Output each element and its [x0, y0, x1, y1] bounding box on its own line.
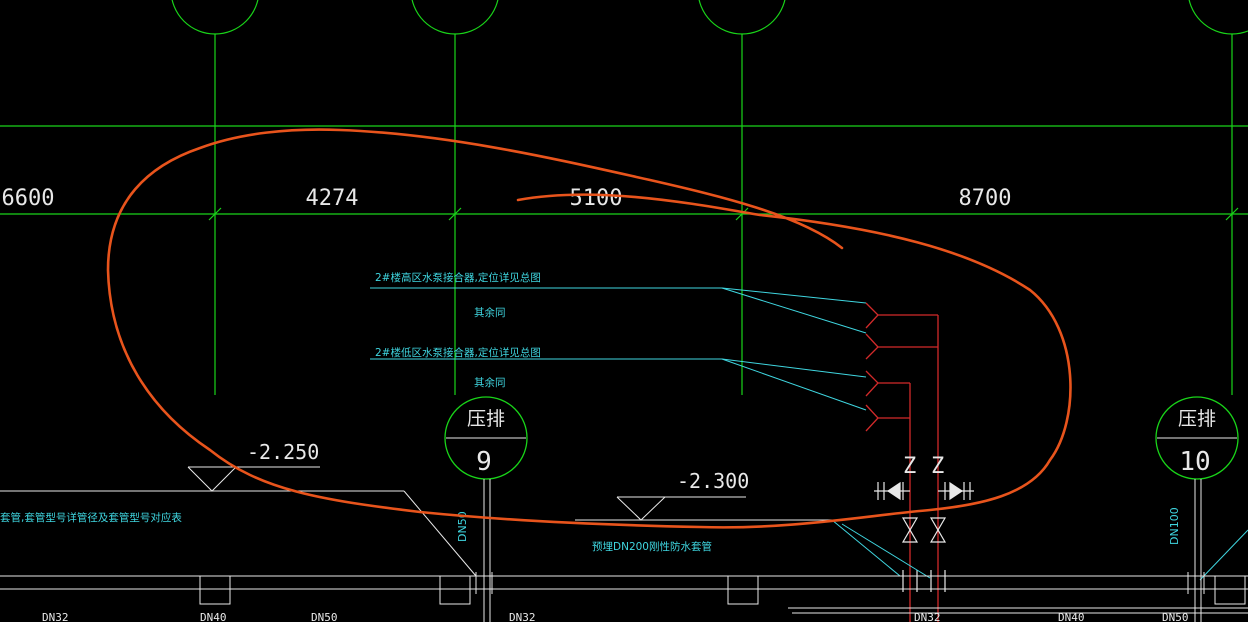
elevation-marker-right: [616, 496, 746, 521]
pipe-size-label: DN32: [509, 611, 536, 622]
axis-bubble: [171, 0, 259, 35]
drain-number: 10: [1179, 447, 1210, 477]
pipe-size-label: DN100: [1168, 507, 1181, 545]
pipe-size-label: DN50: [1162, 611, 1189, 622]
axis-bubble: [411, 0, 499, 35]
drawing-svg: 6600 4274 5100 8700 2#楼高区水泵接合器,定位详见总图 其余…: [0, 0, 1248, 622]
axis-bubble: [1188, 0, 1248, 35]
valve-tag: Z: [903, 454, 916, 479]
pipe-network: [865, 302, 939, 622]
pipe-size-label: DN32: [42, 611, 69, 622]
axis-bubble: [698, 0, 786, 35]
pipe-size-label: DN40: [200, 611, 227, 622]
drain-label: 压排: [1178, 408, 1216, 430]
annotation-sleeve-table: 套管,套管型号详管径及套管型号对应表: [0, 511, 182, 524]
drain-bubble-10: 压排 10: [1155, 396, 1239, 480]
pipe-size-label: DN32: [914, 611, 941, 622]
elevation-marker-left: [187, 466, 320, 492]
pump-adapter-icon: [865, 302, 879, 329]
sleeve-leaders: [0, 490, 832, 577]
annotation-high-zone: 2#楼高区水泵接合器,定位详见总图: [375, 271, 541, 284]
annotation-low-zone: 2#楼低区水泵接合器,定位详见总图: [375, 346, 541, 359]
check-valve-icon: [874, 481, 910, 501]
dimension-text: 4274: [306, 186, 359, 211]
check-valve-icon: [938, 481, 974, 501]
drain-number: 9: [476, 447, 492, 477]
drain-label: 压排: [467, 408, 505, 430]
elevation-text: -2.300: [677, 469, 749, 493]
pipe-size-label: DN50: [311, 611, 338, 622]
dimension-text: 8700: [959, 186, 1012, 211]
cad-drawing-canvas[interactable]: 6600 4274 5100 8700 2#楼高区水泵接合器,定位详见总图 其余…: [0, 0, 1248, 622]
dimension-text: 6600: [2, 186, 55, 211]
pipe-size-label: DN40: [1058, 611, 1085, 622]
annotation-waterproof-sleeve: 预埋DN200刚性防水套管: [592, 540, 712, 553]
pump-adapter-icon: [865, 370, 879, 397]
vertical-drain-pipes: [475, 479, 1205, 622]
valve-tag: Z: [931, 454, 944, 479]
foundation-wall: [0, 575, 1248, 614]
annotation-same: 其余同: [474, 376, 506, 389]
pump-adapter-icon: [865, 333, 879, 360]
elevation-text: -2.250: [247, 440, 319, 464]
annotation-same: 其余同: [474, 306, 506, 319]
dimension-text: 5100: [570, 186, 623, 211]
drain-bubble-9: 压排 9: [444, 396, 528, 480]
sleeve-leaders-cyan: [831, 519, 1248, 581]
pump-adapter-icon: [865, 404, 879, 432]
